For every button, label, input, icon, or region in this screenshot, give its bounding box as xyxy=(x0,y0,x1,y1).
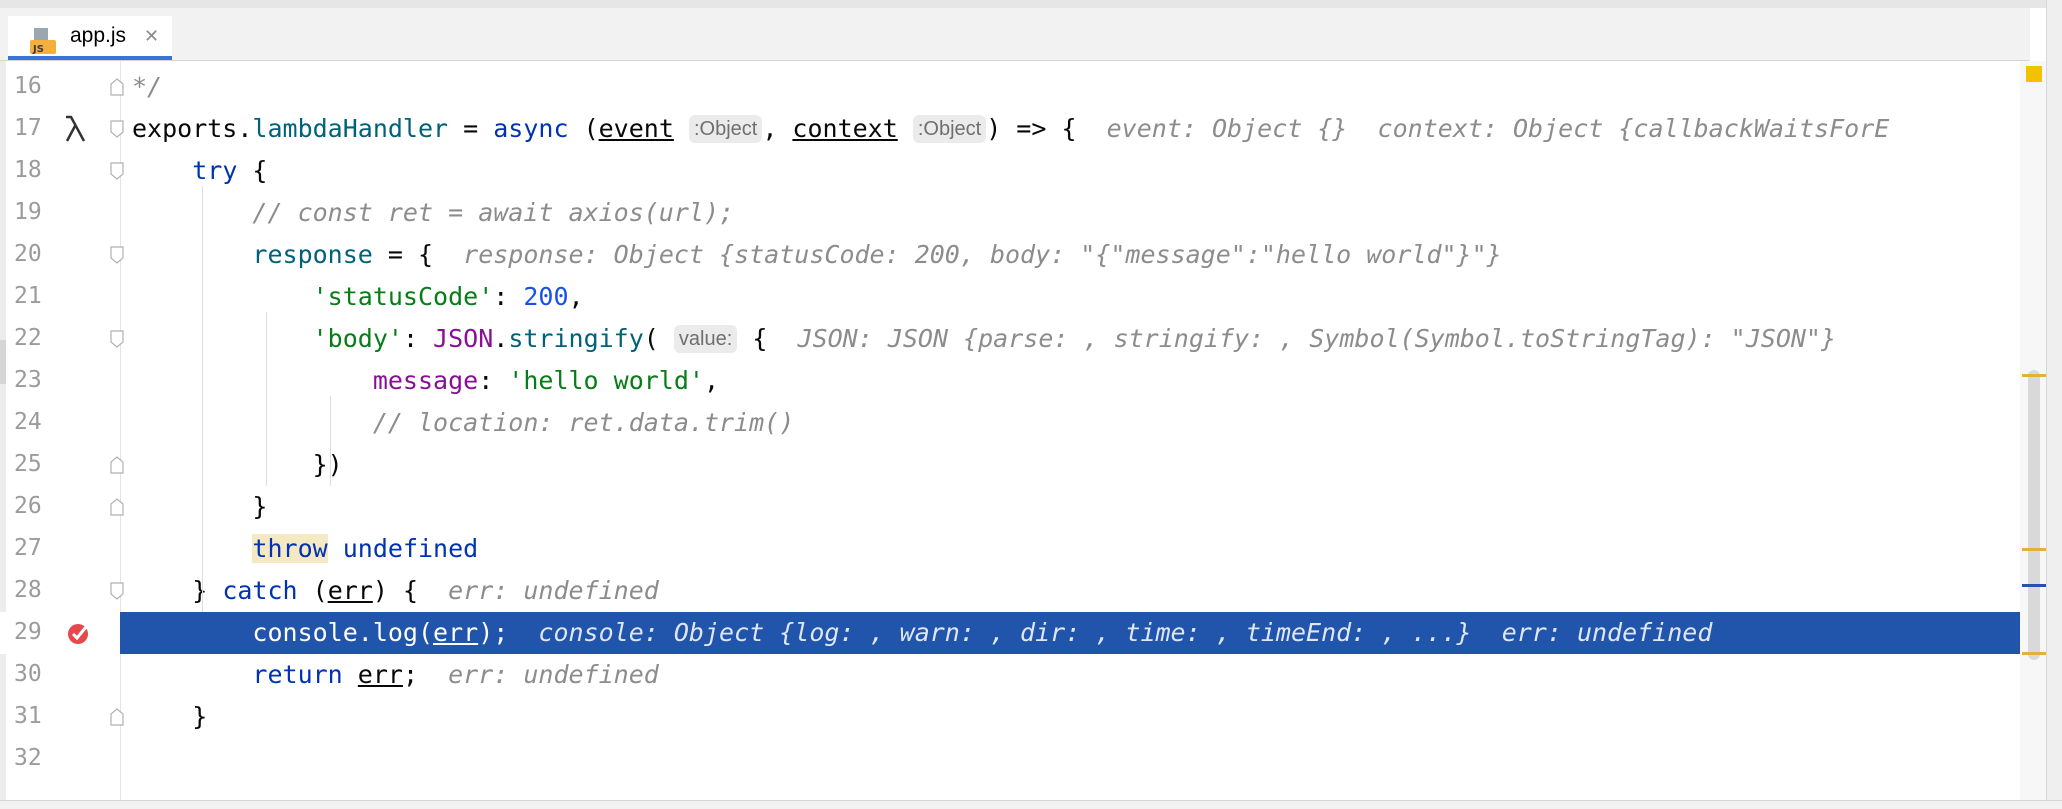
tab-app-js[interactable]: JS app.js ✕ xyxy=(8,16,172,60)
indent-guide xyxy=(202,186,203,612)
line-number: 32 xyxy=(14,745,42,771)
fold-marker-icon[interactable] xyxy=(110,498,124,516)
line-number: 24 xyxy=(14,409,42,435)
fold-marker-icon[interactable] xyxy=(110,78,124,96)
lambda-icon[interactable] xyxy=(60,114,90,144)
execution-line[interactable]: 29 console.log(err); console: Object {lo… xyxy=(0,612,2020,654)
code-text[interactable]: 'body': JSON.stringify( value: { JSON: J… xyxy=(132,324,1836,353)
indent-guide xyxy=(266,312,267,486)
scroll-marker-execution[interactable] xyxy=(2022,584,2046,587)
line-number: 20 xyxy=(14,241,42,267)
code-line[interactable]: 32 xyxy=(0,738,2020,780)
code-text[interactable]: return err; err: undefined xyxy=(132,660,658,689)
fold-marker-icon[interactable] xyxy=(110,582,124,600)
gutter-cell[interactable]: 30 xyxy=(0,654,120,696)
line-number: 25 xyxy=(14,451,42,477)
code-text[interactable]: // const ret = await axios(url); xyxy=(132,198,734,227)
gutter-cell[interactable]: 20 xyxy=(0,234,124,276)
code-line[interactable]: 17 exports.lambdaHandler = async (event :… xyxy=(0,108,2020,150)
fold-marker-icon[interactable] xyxy=(110,456,124,474)
tab-label: app.js xyxy=(70,24,127,47)
fold-marker-icon[interactable] xyxy=(110,162,124,180)
code-text[interactable]: message: 'hello world', xyxy=(132,366,719,395)
fold-marker-icon[interactable] xyxy=(110,246,124,264)
code-text[interactable]: */ xyxy=(132,72,162,101)
code-text[interactable]: } xyxy=(132,702,207,731)
gutter-cell[interactable]: 16 xyxy=(0,66,124,108)
code-line[interactable]: 30 return err; err: undefined xyxy=(0,654,2020,696)
indent-guide xyxy=(330,396,331,486)
line-number: 28 xyxy=(14,577,42,603)
code-line[interactable]: 23 message: 'hello world', xyxy=(0,360,2020,402)
inspection-warning-icon[interactable] xyxy=(2026,66,2042,82)
code-line[interactable]: 27 throw undefined xyxy=(0,528,2020,570)
code-line[interactable]: 20 response = { response: Object {status… xyxy=(0,234,2020,276)
code-line[interactable]: 22 'body': JSON.stringify( value: { JSON… xyxy=(0,318,2020,360)
fold-marker-icon[interactable] xyxy=(110,120,124,138)
code-line[interactable]: 19 // const ret = await axios(url); xyxy=(0,192,2020,234)
breakpoint-hit-icon[interactable] xyxy=(66,620,92,646)
gutter-cell[interactable]: 26 xyxy=(0,486,124,528)
gutter-cell[interactable]: 22 xyxy=(0,318,124,360)
code-line[interactable]: 21 'statusCode': 200, xyxy=(0,276,2020,318)
gutter-cell[interactable]: 27 xyxy=(0,528,120,570)
code-text[interactable]: 'statusCode': 200, xyxy=(132,282,584,311)
line-number: 16 xyxy=(14,73,42,99)
gutter-cell[interactable]: 21 xyxy=(0,276,120,318)
line-number: 30 xyxy=(14,661,42,687)
gutter-cell[interactable]: 29 xyxy=(0,612,120,654)
line-number: 17 xyxy=(14,115,42,141)
gutter-cell[interactable]: 17 xyxy=(0,108,124,150)
gutter-cell[interactable]: 24 xyxy=(0,402,120,444)
code-text[interactable]: } xyxy=(132,492,267,521)
js-icon-text: JS xyxy=(32,44,44,54)
gutter-cell[interactable]: 25 xyxy=(0,444,124,486)
fold-marker-icon[interactable] xyxy=(110,330,124,348)
gutter-cell[interactable]: 31 xyxy=(0,696,124,738)
code-line[interactable]: 16 */ xyxy=(0,66,2020,108)
editor-tab-bar: JS app.js ✕ xyxy=(0,8,2030,61)
line-number: 22 xyxy=(14,325,42,351)
scroll-marker-warning[interactable] xyxy=(2022,374,2046,377)
code-text[interactable]: console.log(err); console: Object {log: … xyxy=(132,618,1712,647)
line-number: 31 xyxy=(14,703,42,729)
code-line[interactable]: 28 } catch (err) { err: undefined xyxy=(0,570,2020,612)
javascript-file-icon: JS xyxy=(30,28,56,54)
code-line[interactable]: 24 // location: ret.data.trim() xyxy=(0,402,2020,444)
code-text[interactable]: throw undefined xyxy=(132,534,478,563)
window-top-strip xyxy=(0,0,2062,8)
code-text[interactable]: } catch (err) { err: undefined xyxy=(132,576,659,605)
gutter-cell[interactable]: 28 xyxy=(0,570,124,612)
line-number: 21 xyxy=(14,283,42,309)
right-tool-window-strip[interactable] xyxy=(2046,0,2062,808)
gutter-cell[interactable]: 18 xyxy=(0,150,124,192)
code-text[interactable]: try { xyxy=(132,156,267,185)
line-number: 18 xyxy=(14,157,42,183)
code-text[interactable]: response = { response: Object {statusCod… xyxy=(132,240,1501,269)
gutter-cell[interactable]: 23 xyxy=(0,360,120,402)
code-line[interactable]: 18 try { xyxy=(0,150,2020,192)
scrollbar-thumb[interactable] xyxy=(2028,370,2040,660)
code-line[interactable]: 25 }) xyxy=(0,444,2020,486)
code-text[interactable]: // location: ret.data.trim() xyxy=(132,408,794,437)
code-text[interactable]: }) xyxy=(132,450,343,479)
code-text[interactable]: exports.lambdaHandler = async (event :Ob… xyxy=(132,114,1889,143)
line-number: 29 xyxy=(14,619,42,645)
gutter-cell[interactable]: 19 xyxy=(0,192,120,234)
line-number: 23 xyxy=(14,367,42,393)
code-line[interactable]: 31 } xyxy=(0,696,2020,738)
scroll-marker-warning[interactable] xyxy=(2022,652,2046,655)
fold-marker-icon[interactable] xyxy=(110,708,124,726)
line-number: 27 xyxy=(14,535,42,561)
code-line[interactable]: 26 } xyxy=(0,486,2020,528)
gutter-cell[interactable]: 32 xyxy=(0,738,120,780)
line-number: 26 xyxy=(14,493,42,519)
line-number: 19 xyxy=(14,199,42,225)
scroll-marker-warning[interactable] xyxy=(2022,548,2046,551)
close-icon[interactable]: ✕ xyxy=(144,26,159,47)
